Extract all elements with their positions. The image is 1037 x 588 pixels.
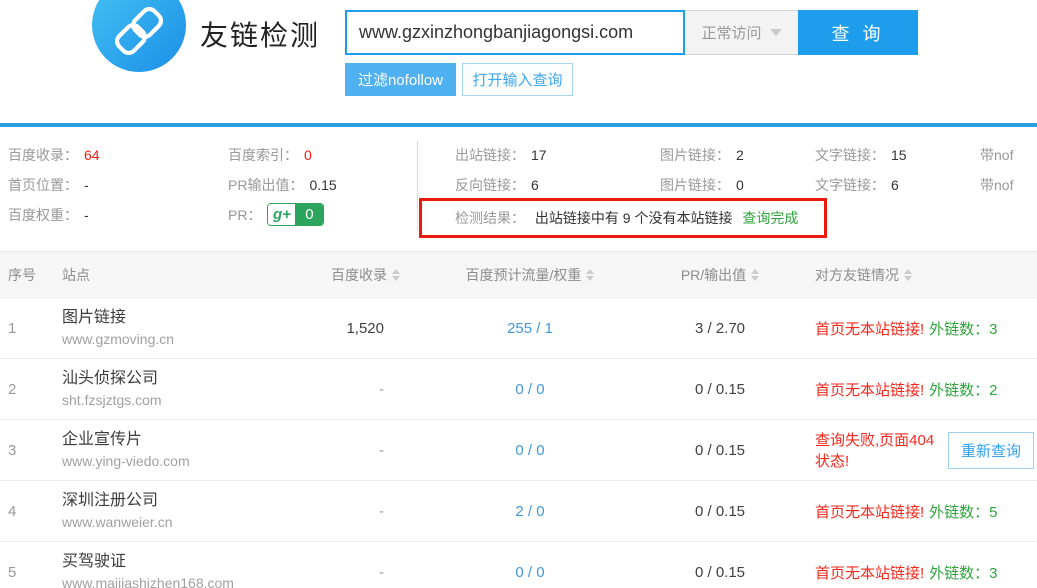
link-status: 首页无本站链接! (815, 321, 924, 338)
header-traffic-weight[interactable]: 百度预计流量/权重 (410, 252, 650, 298)
site-name[interactable]: 深圳注册公司 (62, 490, 320, 512)
baidu-included-value: - (320, 542, 410, 588)
sort-icon[interactable] (751, 269, 759, 281)
baidu-included-value: - (320, 481, 410, 542)
link-status: 首页无本站链接! (815, 382, 924, 399)
traffic-weight-value[interactable]: 0 / 0 (410, 542, 650, 588)
header-divider (0, 123, 1037, 127)
table-row: 1 图片链接www.gzmoving.cn 1,520 255 / 1 3 / … (0, 298, 1037, 359)
open-input-query-button[interactable]: 打开输入查询 (462, 63, 573, 96)
sort-icon[interactable] (586, 269, 594, 281)
stat-text-links-back: 文字链接：6 (815, 170, 907, 200)
header-link-status[interactable]: 对方友链情况 (790, 252, 1037, 298)
stat-nofollow-back: 带nof (980, 170, 1013, 200)
stat-image-links-back: 图片链接：0 (660, 170, 744, 200)
stat-pr: PR：g+0 (228, 200, 337, 230)
outlink-count: 外链数：3 (929, 321, 997, 338)
row-index: 4 (0, 481, 45, 542)
sort-icon[interactable] (904, 269, 912, 281)
friend-link-checker-page: 友链检测 正常访问 查 询 过滤nofollow 打开输入查询 百度收录：64 … (0, 0, 1037, 588)
site-url[interactable]: www.maijiashizhen168.com (62, 573, 320, 588)
chevron-down-icon (770, 29, 782, 36)
stat-nofollow-out: 带nof (980, 140, 1013, 170)
access-mode-value: 正常访问 (701, 22, 761, 43)
query-button[interactable]: 查 询 (798, 10, 918, 55)
outlink-count: 外链数：3 (929, 565, 997, 582)
link-status: 查询失败,页面404状态! (815, 429, 948, 471)
table-row: 2 汕头侦探公司sht.fzsjztgs.com - 0 / 0 0 / 0.1… (0, 359, 1037, 420)
baidu-included-value: - (320, 420, 410, 481)
stat-backlinks: 反向链接：6 (455, 170, 547, 200)
pr-output-value: 0 / 0.15 (650, 420, 790, 481)
header-index: 序号 (0, 252, 45, 298)
table-row: 5 买驾驶证www.maijiashizhen168.com - 0 / 0 0… (0, 542, 1037, 588)
table-row: 4 深圳注册公司www.wanweier.cn - 2 / 0 0 / 0.15… (0, 481, 1037, 542)
pr-output-value: 3 / 2.70 (650, 298, 790, 359)
stats-column-baidu: 百度收录：64 首页位置：- 百度权重：- (8, 140, 100, 230)
stat-pr-output: PR输出值：0.15 (228, 170, 337, 200)
stats-column-nofollow: 带nof 带nof (980, 140, 1013, 200)
table-header-row: 序号 站点 百度收录 百度预计流量/权重 PR/输出值 对方友链情况 (0, 252, 1037, 298)
stats-divider (417, 142, 418, 230)
row-index: 2 (0, 359, 45, 420)
access-mode-select[interactable]: 正常访问 (685, 10, 798, 55)
stats-column-outbound: 出站链接：17 反向链接：6 (455, 140, 547, 200)
link-status: 首页无本站链接! (815, 504, 924, 521)
stat-baidu-index: 百度索引：0 (228, 140, 337, 170)
row-index: 1 (0, 298, 45, 359)
pr-output-value: 0 / 0.15 (650, 359, 790, 420)
baidu-included-value: 1,520 (320, 298, 410, 359)
stats-column-image-links: 图片链接：2 图片链接：0 (660, 140, 744, 200)
site-name[interactable]: 图片链接 (62, 307, 320, 329)
link-status: 首页无本站链接! (815, 565, 924, 582)
stat-image-links-out: 图片链接：2 (660, 140, 744, 170)
site-url[interactable]: sht.fzsjztgs.com (62, 390, 320, 410)
check-result: 检测结果： 出站链接中有 9 个没有本站链接 查询完成 (455, 205, 798, 231)
site-name[interactable]: 汕头侦探公司 (62, 368, 320, 390)
page-title: 友链检测 (200, 14, 320, 54)
stat-baidu-included: 百度收录：64 (8, 140, 100, 170)
traffic-weight-value[interactable]: 255 / 1 (410, 298, 650, 359)
pagerank-badge: g+0 (267, 203, 324, 226)
header-site: 站点 (45, 252, 320, 298)
baidu-included-value: - (320, 359, 410, 420)
retry-query-button[interactable]: 重新查询 (948, 432, 1034, 469)
chain-link-icon (92, 0, 186, 72)
domain-input[interactable] (345, 10, 685, 55)
stat-outbound-links: 出站链接：17 (455, 140, 547, 170)
site-name[interactable]: 企业宣传片 (62, 429, 320, 451)
site-name[interactable]: 买驾驶证 (62, 551, 320, 573)
header-pr-output[interactable]: PR/输出值 (650, 252, 790, 298)
stats-column-pr: 百度索引：0 PR输出值：0.15 PR：g+0 (228, 140, 337, 230)
stat-text-links-out: 文字链接：15 (815, 140, 907, 170)
traffic-weight-value[interactable]: 0 / 0 (410, 420, 650, 481)
traffic-weight-value[interactable]: 0 / 0 (410, 359, 650, 420)
header-baidu-included[interactable]: 百度收录 (320, 252, 410, 298)
outlink-count: 外链数：2 (929, 382, 997, 399)
stat-home-position: 首页位置：- (8, 170, 100, 200)
sort-icon[interactable] (392, 269, 400, 281)
site-url[interactable]: www.gzmoving.cn (62, 329, 320, 349)
row-index: 5 (0, 542, 45, 588)
filter-nofollow-button[interactable]: 过滤nofollow (345, 63, 456, 96)
stat-baidu-weight: 百度权重：- (8, 200, 100, 230)
stats-column-text-links: 文字链接：15 文字链接：6 (815, 140, 907, 200)
friend-links-table: 序号 站点 百度收录 百度预计流量/权重 PR/输出值 对方友链情况 1 图片链… (0, 251, 1037, 588)
outlink-count: 外链数：5 (929, 504, 997, 521)
traffic-weight-value[interactable]: 2 / 0 (410, 481, 650, 542)
pr-output-value: 0 / 0.15 (650, 481, 790, 542)
site-url[interactable]: www.wanweier.cn (62, 512, 320, 532)
pr-output-value: 0 / 0.15 (650, 542, 790, 588)
table-row: 3 企业宣传片www.ying-viedo.com - 0 / 0 0 / 0.… (0, 420, 1037, 481)
pagerank-logo-icon: g+ (268, 204, 295, 225)
row-index: 3 (0, 420, 45, 481)
site-url[interactable]: www.ying-viedo.com (62, 451, 320, 471)
query-complete-status: 查询完成 (742, 210, 798, 226)
